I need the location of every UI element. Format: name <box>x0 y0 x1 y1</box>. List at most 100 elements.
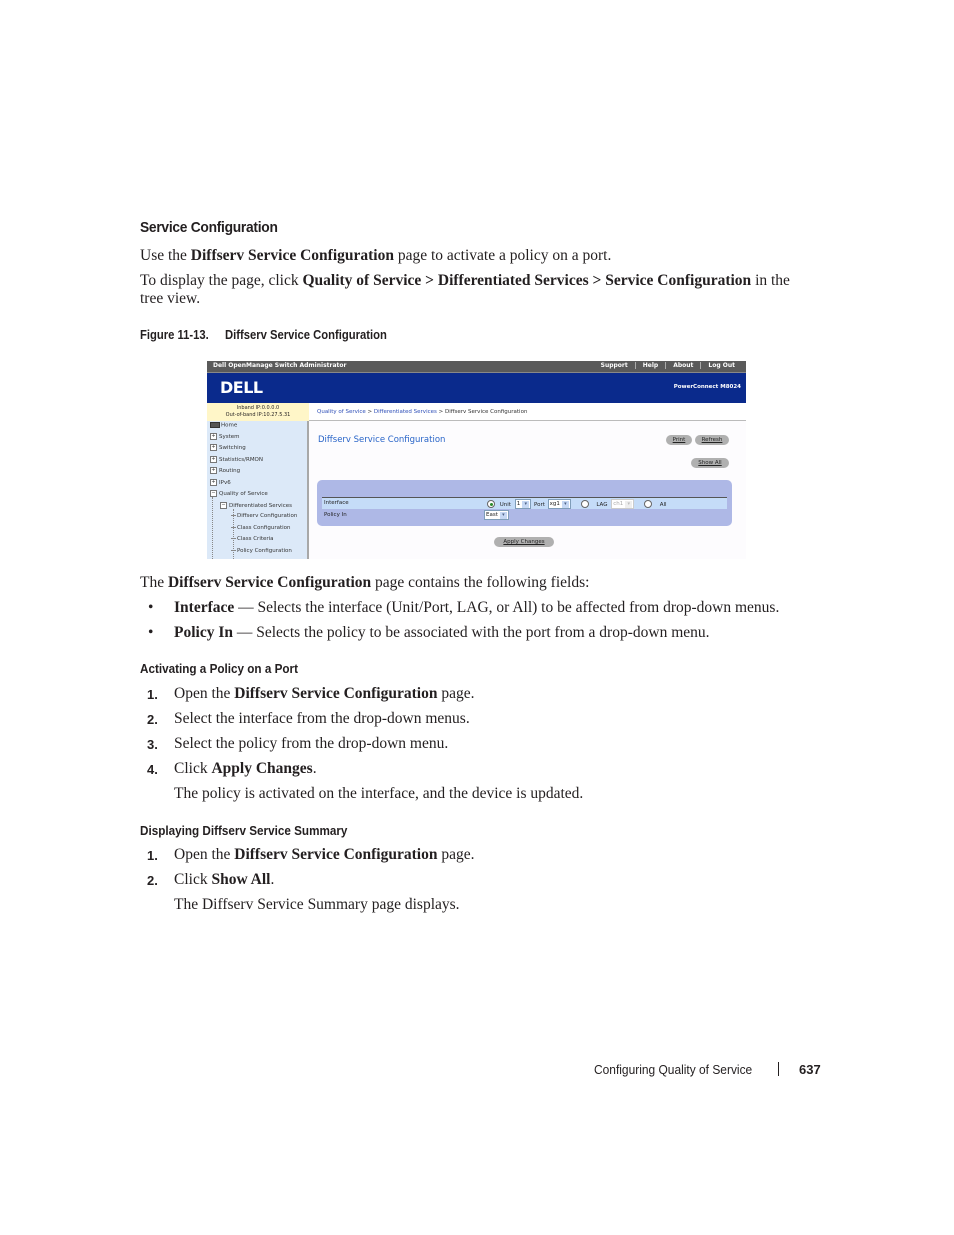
tree-item-class-config[interactable]: Class Configuration <box>231 525 291 531</box>
step-post: page. <box>437 846 475 863</box>
lag-label: LAG <box>596 501 608 508</box>
expand-plus-icon[interactable]: + <box>210 433 217 440</box>
lag-select[interactable]: ch1 ▾ <box>611 499 635 509</box>
breadcrumb-qos[interactable]: Quality of Service <box>317 409 366 415</box>
tree-item-policy-config[interactable]: Policy Configuration <box>231 548 292 554</box>
tree-item-ipv6[interactable]: + IPv6 <box>210 479 231 486</box>
tree-label: Class Criteria <box>237 536 274 542</box>
activating-step-4: Click Apply Changes. <box>174 760 317 778</box>
tree-item-switching[interactable]: + Switching <box>210 444 246 451</box>
nav-help-link[interactable]: Help <box>634 362 665 369</box>
step-number: 3. <box>147 737 158 752</box>
step-pre: Click <box>174 760 212 777</box>
tree-label: Statistics/RMON <box>219 457 264 463</box>
nav-about-link[interactable]: About <box>665 362 700 369</box>
fields-intro-pre: The <box>140 574 168 591</box>
port-select[interactable]: xg1 ▾ <box>547 499 571 509</box>
activating-step-1: Open the Diffserv Service Configuration … <box>174 685 474 703</box>
collapse-minus-icon[interactable]: − <box>210 490 217 497</box>
step-number: 2. <box>147 712 158 727</box>
policy-in-value: East <box>486 512 498 518</box>
intro-post: page to activate a policy on a port. <box>393 247 612 264</box>
nav-support-link[interactable]: Support <box>594 362 635 369</box>
step-number: 2. <box>147 873 158 888</box>
section-title: Service Configuration <box>140 219 278 236</box>
tree-item-home[interactable]: Home <box>210 422 237 429</box>
bullet-icon: • <box>148 624 154 641</box>
step-pre: Open the <box>174 846 235 863</box>
step-post: . <box>270 871 275 888</box>
show-all-button[interactable]: Show All <box>691 458 729 468</box>
lag-radio[interactable] <box>580 500 589 508</box>
expand-plus-icon[interactable]: + <box>210 444 217 451</box>
port-label: Port <box>533 501 545 508</box>
breadcrumb-sep: > <box>365 409 374 415</box>
breadcrumb-current: Diffserv Service Configuration <box>444 409 528 415</box>
interface-controls: Unit 1 ▾ Port xg1 ▾ LAG ch1 ▾ All <box>487 499 667 509</box>
chevron-down-icon: ▾ <box>625 501 633 508</box>
nav-line2: tree view. <box>140 290 201 307</box>
tree-label: IPv6 <box>219 480 231 486</box>
step-bold: Apply Changes <box>211 760 313 777</box>
activating-heading: Activating a Policy on a Port <box>140 661 298 676</box>
breadcrumb-diffserv[interactable]: Differentiated Services <box>374 409 437 415</box>
figure-caption: Figure 11-13. Diffserv Service Configurat… <box>140 328 387 342</box>
lag-value: ch1 <box>613 501 624 507</box>
tree-label: Differentiated Services <box>229 503 292 509</box>
activating-step-3: Select the policy from the drop-down men… <box>174 735 448 753</box>
field-desc: — Selects the interface (Unit/Port, LAG,… <box>234 599 780 616</box>
form-panel: Interface Policy In Unit 1 ▾ Port xg1 ▾ LA… <box>317 480 732 526</box>
interface-label: Interface <box>324 500 349 506</box>
tree-label: Policy Configuration <box>237 548 292 554</box>
collapse-minus-icon[interactable]: − <box>220 502 227 509</box>
policy-in-select[interactable]: East ▾ <box>484 510 509 520</box>
model-name: PowerConnect M8024 <box>673 384 741 390</box>
tree-item-routing[interactable]: + Routing <box>210 467 240 474</box>
ip-info-box: Inband IP:0.0.0.0 Out-of-band IP:10.27.5… <box>207 403 309 421</box>
tree-item-class-criteria[interactable]: Class Criteria <box>231 536 274 542</box>
tree-item-statistics[interactable]: + Statistics/RMON <box>210 456 263 463</box>
breadcrumb: Quality of Service > Differentiated Serv… <box>309 403 746 421</box>
figure-number: Figure 11-13. <box>140 328 209 342</box>
figure-screenshot: Dell OpenManage Switch Administrator Sup… <box>207 361 746 559</box>
tree-item-system[interactable]: + System <box>210 433 240 440</box>
field-desc: — Selects the policy to be associated wi… <box>233 624 710 641</box>
displaying-result: The Diffserv Service Summary page displa… <box>174 896 460 913</box>
expand-plus-icon[interactable]: + <box>210 467 217 474</box>
step-bold: Diffserv Service Configuration <box>234 846 438 863</box>
unit-select[interactable]: 1 ▾ <box>514 499 532 509</box>
expand-plus-icon[interactable]: + <box>210 456 217 463</box>
app-title-bar: Dell OpenManage Switch Administrator Sup… <box>207 361 746 373</box>
print-button[interactable]: Print <box>666 435 692 445</box>
all-radio[interactable] <box>644 500 652 508</box>
app-banner: DELL PowerConnect M8024 <box>207 373 746 403</box>
content-pane: Diffserv Service Configuration Print Ref… <box>309 421 746 559</box>
step-bold: Show All <box>211 871 271 888</box>
top-nav: Support Help About Log Out <box>594 362 742 369</box>
nav-logout-link[interactable]: Log Out <box>700 362 742 369</box>
policy-in-label: Policy In <box>324 512 347 518</box>
apply-changes-button[interactable]: Apply Changes <box>494 537 554 547</box>
page-number: 637 <box>799 1062 821 1077</box>
activating-step-2: Select the interface from the drop-down … <box>174 710 470 728</box>
out-of-band-ip: Out-of-band IP:10.27.5.31 <box>225 412 291 418</box>
tree-item-diffserv-config[interactable]: Diffserv Configuration <box>231 513 297 519</box>
step-number: 4. <box>147 762 158 777</box>
footer-chapter: Configuring Quality of Service <box>594 1062 753 1077</box>
refresh-button[interactable]: Refresh <box>695 435 729 445</box>
unit-label: Unit <box>499 501 511 508</box>
tree-label: Class Configuration <box>237 525 291 531</box>
unit-radio[interactable] <box>487 500 495 508</box>
activating-result: The policy is activated on the interface… <box>174 785 584 802</box>
tree-item-diffserv[interactable]: − Differentiated Services <box>220 502 292 509</box>
displaying-step-2: Click Show All. <box>174 871 274 889</box>
unit-value: 1 <box>516 501 521 507</box>
bullet-icon: • <box>148 599 154 616</box>
expand-plus-icon[interactable]: + <box>210 479 217 486</box>
step-number: 1. <box>147 687 158 702</box>
home-icon <box>210 422 220 428</box>
tree-label: System <box>219 434 240 440</box>
intro-paragraph: Use the Diffserv Service Configuration p… <box>140 247 820 265</box>
step-pre: Select the interface from the drop-down … <box>174 710 470 727</box>
tree-item-qos[interactable]: − Quality of Service <box>210 490 268 497</box>
